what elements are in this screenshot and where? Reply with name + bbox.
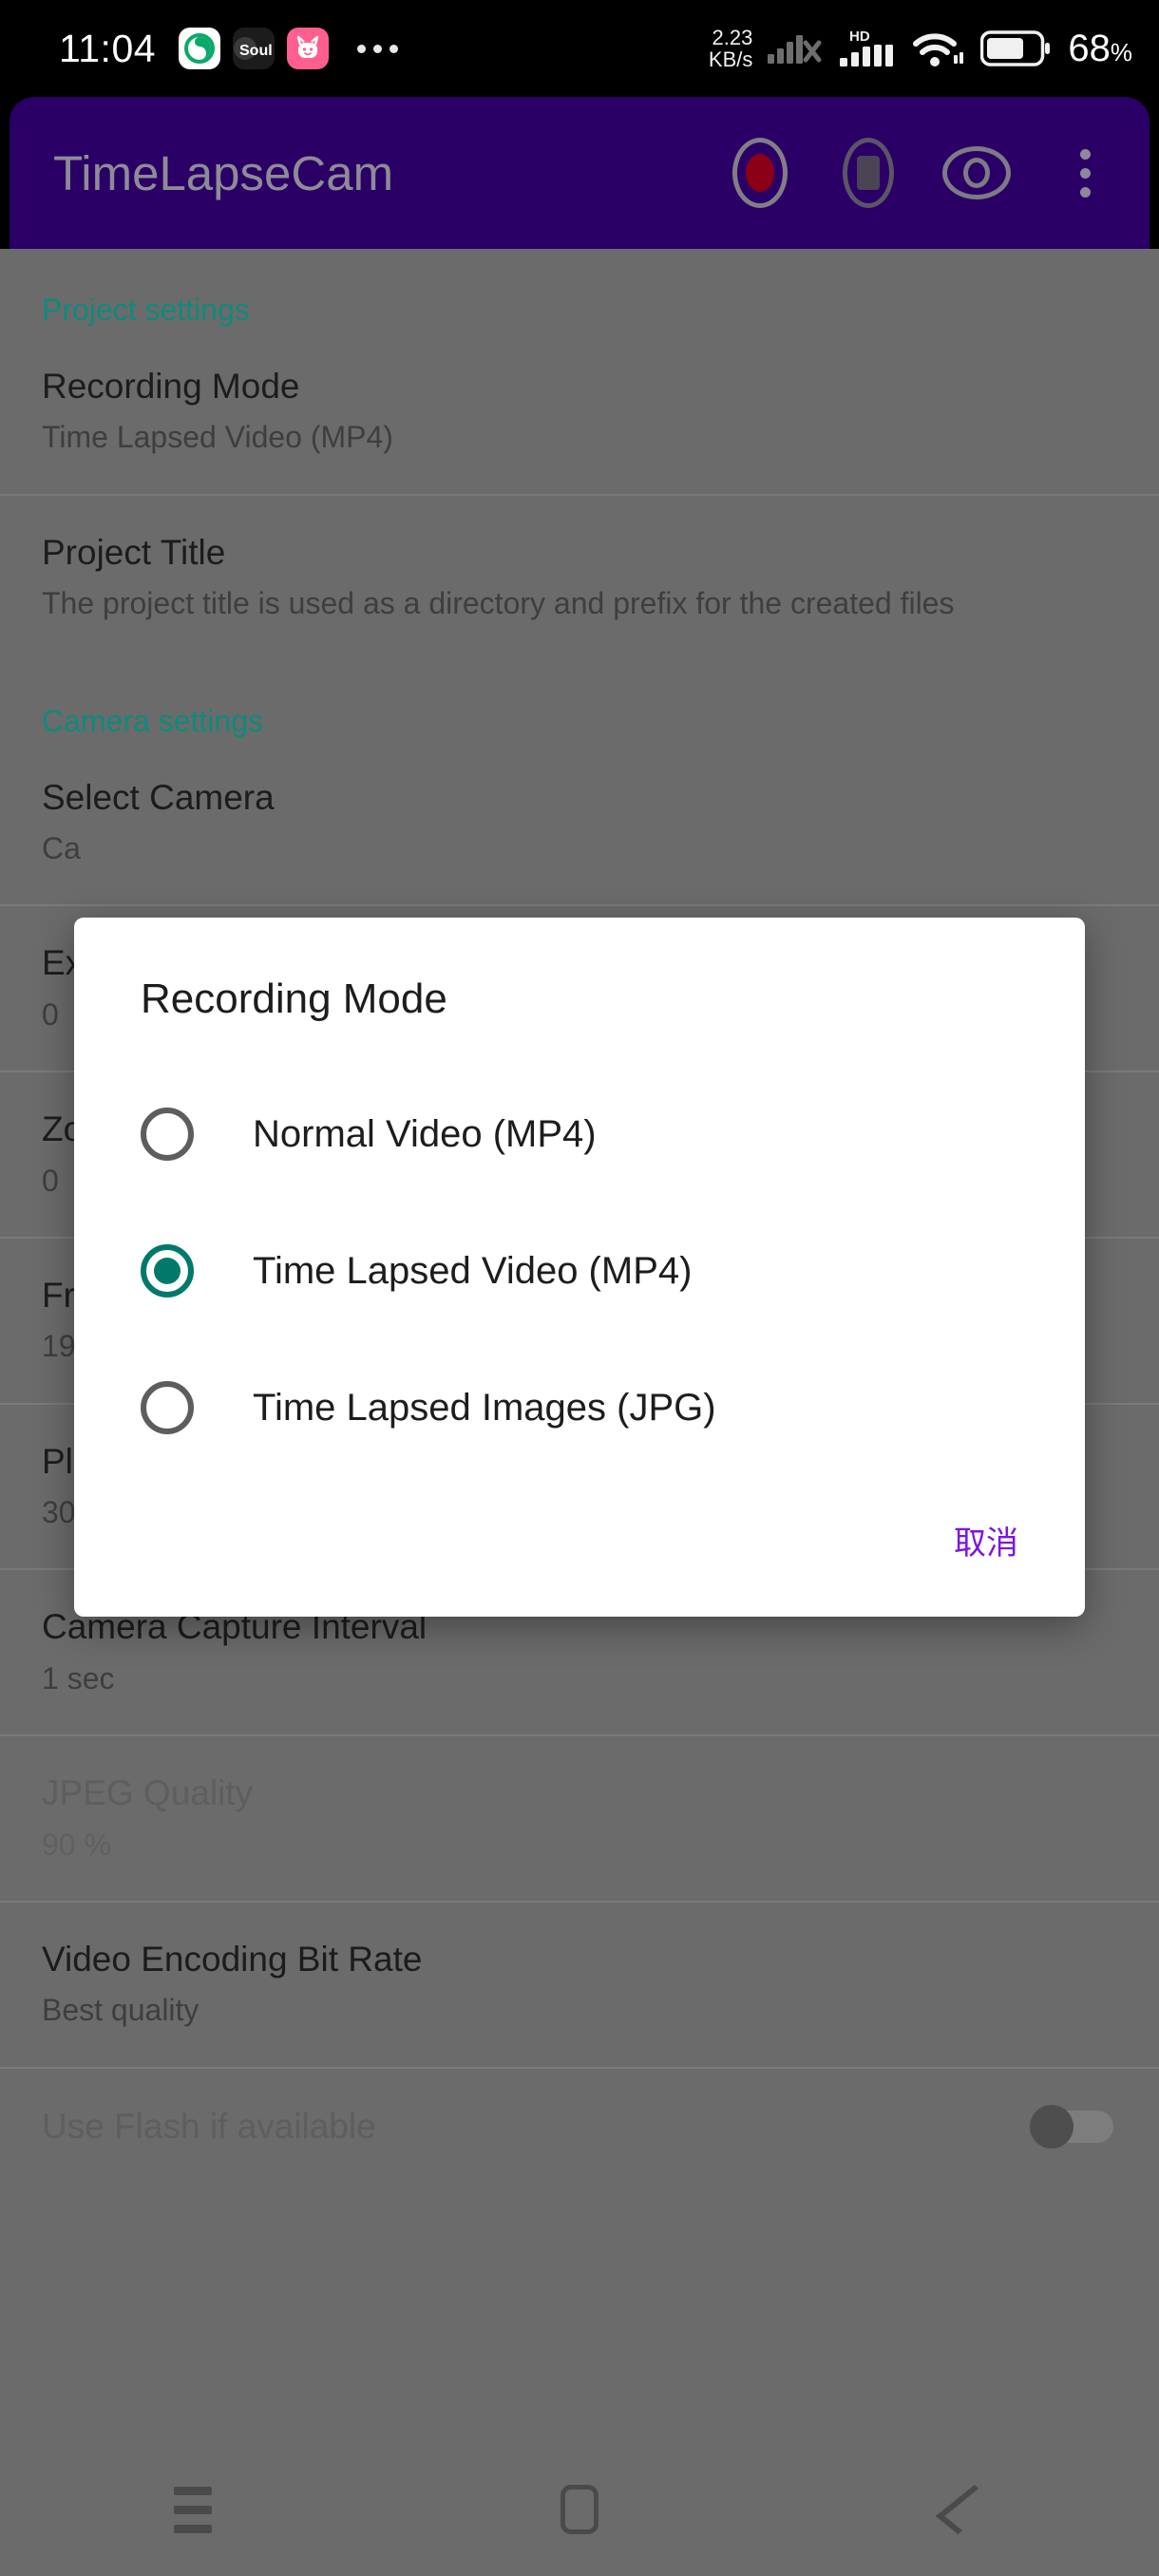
section-header-project-settings: Project settings [42,293,250,327]
option-label: Normal Video (MP4) [253,1112,597,1155]
option-time-lapsed-video[interactable]: Time Lapsed Video (MP4) [74,1203,1085,1339]
section-header-camera-settings: Camera settings [42,703,263,738]
battery-percent-symbol: % [1110,38,1132,66]
cellular-signal-hd-icon: HD [840,28,894,66]
recording-mode-options: Normal Video (MP4) Time Lapsed Video (MP… [74,1066,1085,1476]
setting-value: 90 % [42,1827,111,1862]
more-notifications-icon [357,44,399,53]
option-normal-video[interactable]: Normal Video (MP4) [74,1066,1085,1203]
setting-row-use-flash[interactable]: Use Flash if available [0,2066,1159,2187]
preview-button[interactable] [940,137,1013,209]
setting-title: Recording Mode [42,367,300,406]
overflow-menu-button[interactable] [1049,137,1121,209]
setting-row-jpeg-quality: JPEG Quality 90 % [0,1734,1159,1901]
setting-row-select-camera[interactable]: Select Camera Ca [0,739,1159,905]
wechat-work-icon [179,28,221,69]
use-flash-toggle[interactable] [1026,2104,1117,2149]
setting-title: JPEG Quality [42,1773,254,1813]
pink-rabbit-app-icon [287,28,330,69]
cancel-button[interactable]: 取消 [946,1506,1026,1575]
setting-title: Select Camera [42,777,275,817]
setting-title: Video Encoding Bit Rate [42,1940,423,1979]
phone-screen: 11:04 Soul 2.23 KB/s HD 68% TimeLapseCam… [0,0,1159,2576]
option-time-lapsed-images[interactable]: Time Lapsed Images (JPG) [74,1339,1085,1476]
navigation-bar [0,2443,1159,2576]
battery-percent: 68% [1068,29,1132,67]
toggle-knob [1030,2104,1074,2149]
home-button[interactable] [522,2453,636,2567]
page-title: TimeLapseCam [53,145,394,200]
home-square-icon [560,2485,598,2534]
svg-text:HD: HD [849,28,870,45]
wifi-icon [913,33,964,66]
chevron-left-icon [935,2485,997,2534]
option-label: Time Lapsed Images (JPG) [253,1386,716,1429]
setting-title: Use Flash if available [42,2106,376,2146]
app-bar: TimeLapseCam [10,97,1150,249]
setting-row-recording-mode[interactable]: Recording Mode Time Lapsed Video (MP4) [0,328,1159,494]
status-bar: 11:04 Soul 2.23 KB/s HD 68% [0,0,1159,97]
option-label: Time Lapsed Video (MP4) [253,1249,693,1292]
setting-value: Best quality [42,1993,200,2028]
setting-title: Project Title [42,532,226,572]
record-button[interactable] [724,137,796,209]
record-icon [732,138,788,208]
network-speed-value: 2.23 [712,25,753,49]
setting-value: Time Lapsed Video (MP4) [42,420,393,455]
menu-icon [174,2486,213,2533]
setting-row-project-title[interactable]: Project Title The project title is used … [0,493,1159,660]
network-speed-indicator: 2.23 KB/s [709,27,752,70]
setting-value: 1 sec [42,1660,115,1695]
setting-value: The project title is used as a directory… [42,586,955,621]
back-button[interactable] [909,2453,1023,2567]
svg-text:Soul: Soul [239,43,273,59]
battery-percent-value: 68 [1068,28,1111,69]
dialog-actions: 取消 [946,1506,1085,1617]
soul-app-icon: Soul [233,28,276,69]
setting-row-video-encoding-bit-rate[interactable]: Video Encoding Bit Rate Best quality [0,1901,1159,2067]
radio-unselected-icon[interactable] [141,1381,194,1435]
status-clock: 11:04 [59,26,157,70]
more-vert-icon [1079,148,1091,198]
stop-button[interactable] [832,137,904,209]
status-app-icons: Soul [179,28,399,69]
recents-button[interactable] [136,2453,250,2567]
dialog-title: Recording Mode [141,975,447,1022]
radio-selected-icon[interactable] [141,1244,194,1298]
battery-icon [980,30,1051,66]
recording-mode-dialog: Recording Mode Normal Video (MP4) Time L… [74,918,1085,1617]
setting-value: Ca [42,830,81,865]
radio-unselected-icon[interactable] [141,1108,194,1162]
eye-icon [942,146,1011,199]
cellular-signal-no-service-icon [768,35,822,64]
stop-icon [843,138,894,208]
status-right-cluster: 2.23 KB/s HD 68% [709,27,1132,70]
network-speed-unit: KB/s [708,47,753,71]
app-bar-actions [724,137,1121,209]
